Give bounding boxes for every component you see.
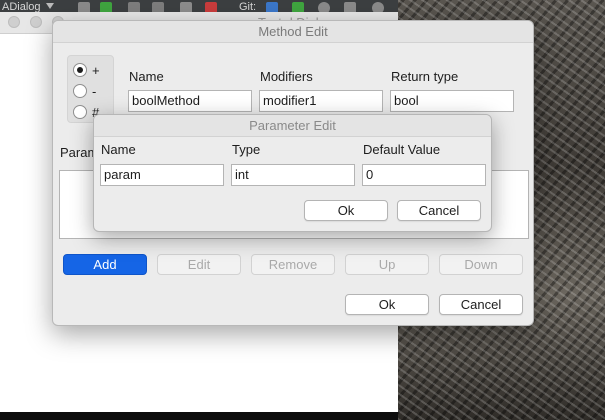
return-type-input[interactable]: bool xyxy=(390,90,514,112)
remove-parameter-button[interactable]: Remove xyxy=(251,254,335,275)
dialog-title: Parameter Edit xyxy=(94,115,491,137)
move-up-button[interactable]: Up xyxy=(345,254,429,275)
return-type-label: Return type xyxy=(391,69,459,84)
visibility-public-label: + xyxy=(92,63,100,78)
name-label: Name xyxy=(129,69,164,84)
param-type-label: Type xyxy=(232,142,261,157)
visibility-protected-radio[interactable] xyxy=(73,105,87,119)
parameter-edit-dialog: Parameter Edit Name param Type int Defau… xyxy=(93,114,492,232)
bottom-strip xyxy=(0,412,398,420)
chevron-down-icon[interactable] xyxy=(46,3,54,9)
window-minimize-button[interactable] xyxy=(30,16,42,28)
modifiers-label: Modifiers xyxy=(260,69,313,84)
method-name-input[interactable]: boolMethod xyxy=(128,90,252,112)
default-value-label: Default Value xyxy=(363,142,441,157)
visibility-public-radio[interactable] xyxy=(73,63,87,77)
param-cancel-button[interactable]: Cancel xyxy=(397,200,481,221)
visibility-private-label: - xyxy=(92,84,97,99)
default-value-input[interactable]: 0 xyxy=(362,164,486,186)
move-down-button[interactable]: Down xyxy=(439,254,523,275)
param-type-input[interactable]: int xyxy=(231,164,355,186)
window-close-button[interactable] xyxy=(8,16,20,28)
param-ok-button[interactable]: Ok xyxy=(304,200,388,221)
cancel-button[interactable]: Cancel xyxy=(439,294,523,315)
param-name-label: Name xyxy=(101,142,136,157)
modifiers-input[interactable]: modifier1 xyxy=(259,90,383,112)
visibility-private-radio[interactable] xyxy=(73,84,87,98)
dialog-title: Method Edit xyxy=(53,21,533,43)
edit-parameter-button[interactable]: Edit xyxy=(157,254,241,275)
ok-button[interactable]: Ok xyxy=(345,294,429,315)
visibility-radio-group: + - # xyxy=(67,55,114,123)
add-parameter-button[interactable]: Add xyxy=(63,254,147,275)
param-name-input[interactable]: param xyxy=(100,164,224,186)
